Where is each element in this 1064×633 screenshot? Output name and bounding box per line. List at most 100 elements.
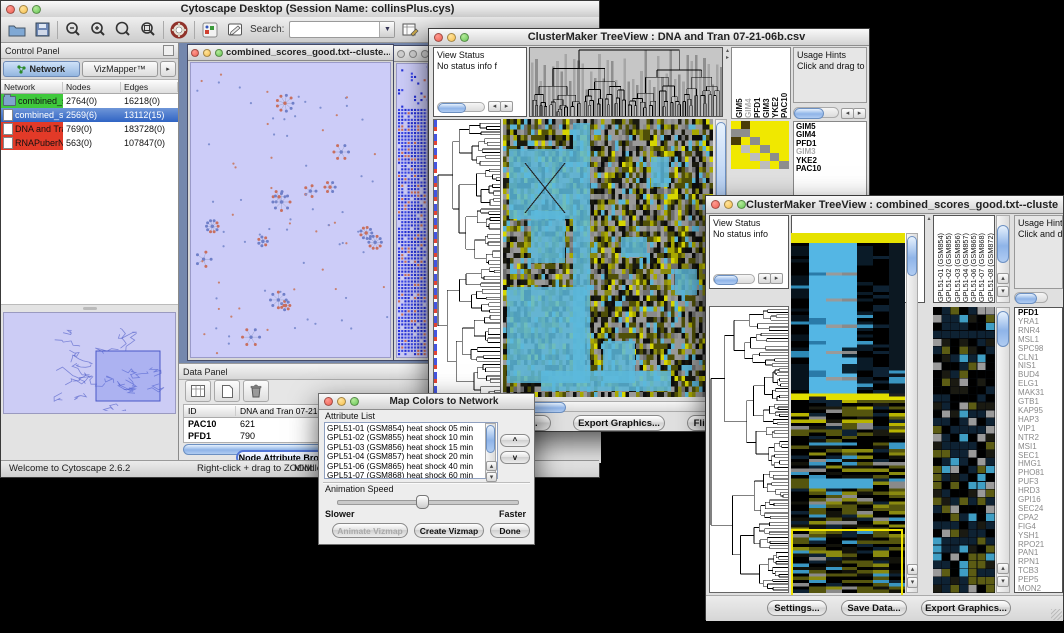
gene-label[interactable]: PUF3	[1018, 478, 1059, 487]
gene-label[interactable]: GTB1	[1018, 398, 1059, 407]
scrollbar-thumb[interactable]	[794, 108, 824, 119]
close-button[interactable]	[711, 200, 720, 209]
tab-overflow-button[interactable]: ▸	[160, 61, 176, 77]
minimize-button[interactable]	[447, 33, 456, 42]
attribute-table-edit-icon[interactable]	[400, 20, 420, 40]
minimize-button[interactable]	[724, 200, 733, 209]
network-row[interactable]: RNAPuberNov2+I563(0)107847(0)	[1, 136, 178, 150]
gene-label[interactable]: GIM3	[796, 148, 864, 156]
minimize-button[interactable]	[19, 5, 28, 14]
gene-label[interactable]: PAC10	[796, 165, 864, 173]
gene-label[interactable]: PAN1	[1018, 549, 1059, 558]
dialog-titlebar[interactable]: Map Colors to Network	[319, 394, 534, 410]
scroll-down-icon[interactable]: ▾	[486, 472, 497, 482]
minimize-button[interactable]	[337, 397, 346, 406]
chevron-down-icon[interactable]: ▼	[379, 22, 394, 37]
attribute-list-scrollbar[interactable]: ▴ ▾	[485, 423, 496, 478]
gene-label[interactable]: PEP5	[1018, 576, 1059, 585]
network-row[interactable]: combined_scores2764(0)16218(0)	[1, 94, 178, 108]
button-save-data[interactable]: Save Data...	[841, 600, 907, 616]
move-down-button[interactable]: v	[500, 451, 530, 464]
gene-label[interactable]: YKE2	[796, 157, 864, 165]
scrollbar-thumb[interactable]	[438, 103, 466, 113]
tab-vizmapper[interactable]: VizMapper™	[82, 61, 159, 77]
column-label[interactable]: YKE2	[771, 54, 780, 118]
close-button[interactable]	[6, 5, 15, 14]
scroll-right-icon[interactable]: ▸	[500, 101, 513, 112]
gene-label[interactable]: HRD3	[1018, 487, 1059, 496]
gene-label[interactable]: RNR4	[1018, 327, 1059, 336]
gene-label[interactable]: YRA1	[1018, 318, 1059, 327]
column-label[interactable]: GPL51-02 (GSM855)	[944, 218, 952, 302]
column-label[interactable]: PFD1	[753, 54, 762, 118]
gene-label[interactable]: NTR2	[1018, 434, 1059, 443]
scroll-up-icon[interactable]: ▴	[486, 461, 497, 471]
gene-label[interactable]: PHO81	[1018, 469, 1059, 478]
column-label[interactable]: GPL51-03 (GSM856)	[953, 218, 961, 302]
column-label[interactable]: GIM3	[762, 54, 771, 118]
gene-label[interactable]: TCB3	[1018, 567, 1059, 576]
close-button[interactable]	[434, 33, 443, 42]
resize-grip[interactable]	[1051, 609, 1062, 620]
button-export-graphics[interactable]: Export Graphics...	[573, 415, 665, 431]
zoom-button[interactable]	[32, 5, 41, 14]
gene-label[interactable]: KAP95	[1018, 407, 1059, 416]
attribute-item[interactable]: GPL51-01 (GSM854) heat shock 05 min	[327, 424, 495, 433]
gene-label[interactable]: HAP3	[1018, 416, 1059, 425]
scrollbar-thumb[interactable]	[1015, 293, 1037, 304]
zoom-matrix[interactable]	[731, 121, 789, 169]
view-status-scrollbar[interactable]	[713, 274, 755, 284]
close-button[interactable]	[191, 49, 199, 57]
attribute-item[interactable]: GPL51-04 (GSM857) heat shock 20 min	[327, 452, 495, 461]
gene-label[interactable]: YSH1	[1018, 532, 1059, 541]
gene-label[interactable]: VIP1	[1018, 425, 1059, 434]
scrollbar-thumb[interactable]	[486, 425, 495, 453]
gene-label[interactable]: PFD1	[796, 140, 864, 148]
main-titlebar[interactable]: Cytoscape Desktop (Session Name: collins…	[1, 1, 599, 18]
column-labels-scrollbar[interactable]: ▴ ▾	[996, 215, 1010, 303]
attribute-item[interactable]: GPL51-03 (GSM856) heat shock 15 min	[327, 443, 495, 452]
gene-label[interactable]: PFD1	[1018, 309, 1059, 318]
done-button[interactable]: Done	[490, 523, 530, 538]
close-button[interactable]	[324, 397, 333, 406]
gene-label[interactable]: SEC24	[1018, 505, 1059, 514]
network-overview-panel[interactable]	[3, 312, 176, 414]
column-label[interactable]: GIM5	[735, 54, 744, 118]
scrollbar-thumb[interactable]	[997, 225, 1009, 263]
column-label[interactable]: GPL51-07 (GSM868)	[977, 218, 985, 302]
slider-thumb[interactable]	[416, 495, 429, 509]
gene-label[interactable]: NIS1	[1018, 362, 1059, 371]
col-id[interactable]: ID	[184, 406, 236, 416]
attribute-select-icon[interactable]	[185, 380, 211, 402]
network-window-2-titlebar[interactable]	[394, 46, 430, 62]
gene-label[interactable]: CPA2	[1018, 514, 1059, 523]
gene-label[interactable]: ELG1	[1018, 380, 1059, 389]
minimize-button[interactable]	[203, 49, 211, 57]
gene-label[interactable]: BUD4	[1018, 371, 1059, 380]
close-button[interactable]	[397, 50, 405, 58]
scroll-down-icon[interactable]: ▾	[997, 576, 1009, 587]
column-label[interactable]: GPL51-04 (GSM857)	[961, 218, 969, 302]
splitter-arrows[interactable]: ▴	[926, 215, 932, 303]
save-icon[interactable]	[32, 20, 52, 40]
scroll-up-icon[interactable]: ▴	[907, 564, 918, 575]
attribute-list[interactable]: GPL51-01 (GSM854) heat shock 05 min GPL51…	[324, 422, 498, 479]
gene-label[interactable]: CLN1	[1018, 354, 1059, 363]
network-window-2[interactable]	[393, 45, 431, 361]
zoom-out-icon[interactable]	[63, 20, 83, 40]
gene-label[interactable]: FIG4	[1018, 523, 1059, 532]
network-canvas-2[interactable]	[396, 63, 428, 358]
zoom-button[interactable]	[350, 397, 359, 406]
heatmap-main[interactable]	[503, 119, 713, 397]
gene-label[interactable]: MSI1	[1018, 443, 1059, 452]
column-label[interactable]: GIM4	[744, 54, 753, 118]
animate-vizmap-button[interactable]: Animate Vizmap	[332, 523, 408, 538]
col-network[interactable]: Network	[1, 82, 63, 92]
gene-label[interactable]: SEC1	[1018, 452, 1059, 461]
zoom-button[interactable]	[737, 200, 746, 209]
create-vizmap-button[interactable]: Create Vizmap	[414, 523, 484, 538]
network-canvas-1[interactable]	[190, 62, 391, 358]
col-nodes[interactable]: Nodes	[63, 82, 121, 92]
gene-label[interactable]: MAK31	[1018, 389, 1059, 398]
network-window-1-titlebar[interactable]: combined_scores_good.txt--cluste...	[188, 45, 393, 61]
